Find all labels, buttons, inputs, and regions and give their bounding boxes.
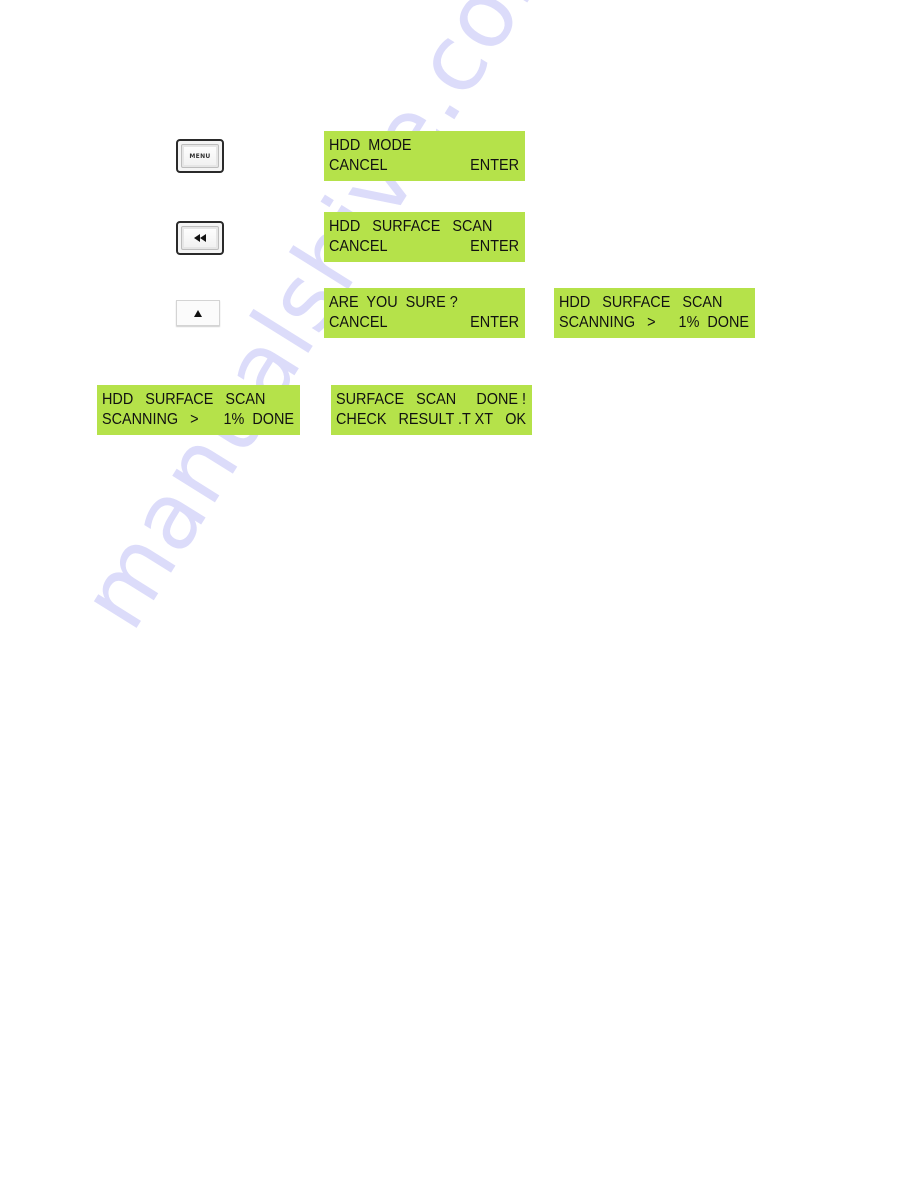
lcd-enter-option: ENTER <box>470 238 520 255</box>
lcd-status-text: SCANNING > <box>102 411 199 428</box>
lcd-cancel-option: CANCEL <box>329 157 388 174</box>
lcd-line-2: CANCEL ENTER <box>329 156 519 176</box>
menu-button[interactable]: MENU <box>176 139 224 173</box>
lcd-scanning-progress: HDD SURFACE SCAN SCANNING > 1% DONE <box>554 288 755 338</box>
lcd-text: ARE YOU SURE ? <box>329 294 458 311</box>
lcd-line-1: HDD SURFACE SCAN <box>559 293 749 313</box>
lcd-line-1: HDD SURFACE SCAN <box>102 390 294 410</box>
lcd-progress-text: 1% DONE <box>223 411 295 428</box>
lcd-scanning-progress: HDD SURFACE SCAN SCANNING > 1% DONE <box>97 385 300 435</box>
lcd-line-1: HDD SURFACE SCAN <box>329 217 519 237</box>
lcd-enter-option: ENTER <box>470 157 520 174</box>
up-button[interactable] <box>176 300 220 326</box>
lcd-enter-option: ENTER <box>470 314 520 331</box>
lcd-line-1: HDD MODE <box>329 136 519 156</box>
lcd-cancel-option: CANCEL <box>329 238 388 255</box>
rewind-icon <box>194 234 206 242</box>
lcd-line-1: ARE YOU SURE ? <box>329 293 519 313</box>
lcd-scan-done: SURFACE SCAN DONE ! CHECK RESULT .T XT O… <box>331 385 532 435</box>
lcd-line-2: CANCEL ENTER <box>329 237 519 257</box>
lcd-status-text: SCANNING > <box>559 314 656 331</box>
lcd-line-2: CANCEL ENTER <box>329 313 519 333</box>
up-arrow-icon <box>194 309 202 317</box>
lcd-line-1: SURFACE SCAN DONE ! <box>336 390 526 410</box>
lcd-hdd-mode: HDD MODE CANCEL ENTER <box>324 131 525 181</box>
menu-button-label: MENU <box>189 152 211 160</box>
lcd-line-2: SCANNING > 1% DONE <box>102 410 294 430</box>
lcd-text: SURFACE SCAN <box>336 391 457 408</box>
lcd-ok-option: OK <box>505 411 527 428</box>
lcd-line-2: SCANNING > 1% DONE <box>559 313 749 333</box>
lcd-text: HDD SURFACE SCAN <box>559 294 723 311</box>
lcd-result-text: CHECK RESULT .T XT <box>336 411 493 428</box>
rewind-button[interactable] <box>176 221 224 255</box>
menu-button-face: MENU <box>181 144 219 168</box>
lcd-confirm: ARE YOU SURE ? CANCEL ENTER <box>324 288 525 338</box>
lcd-text: HDD SURFACE SCAN <box>329 218 493 235</box>
lcd-line-2: CHECK RESULT .T XT OK <box>336 410 526 430</box>
lcd-text: HDD MODE <box>329 137 412 154</box>
lcd-text: HDD SURFACE SCAN <box>102 391 266 408</box>
lcd-surface-scan: HDD SURFACE SCAN CANCEL ENTER <box>324 212 525 262</box>
lcd-cancel-option: CANCEL <box>329 314 388 331</box>
lcd-text: DONE ! <box>476 391 527 408</box>
lcd-progress-text: 1% DONE <box>678 314 750 331</box>
rewind-button-face <box>181 226 219 250</box>
